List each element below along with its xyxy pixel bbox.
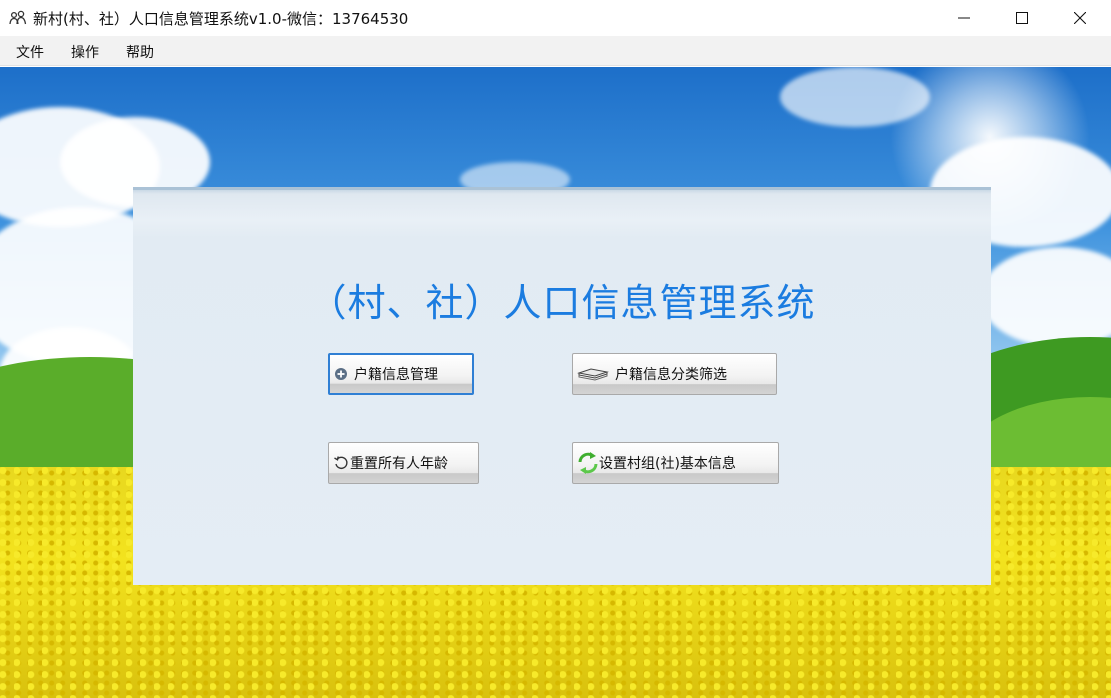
system-title: （村、社）人口信息管理系统 [308, 281, 816, 325]
plus-circle-icon [334, 367, 348, 381]
minimize-button[interactable] [935, 0, 993, 36]
main-panel: （村、社）人口信息管理系统 户籍信息管理 户籍信息分类筛选 重置所有人年龄 设置… [133, 187, 991, 585]
household-filter-label: 户籍信息分类筛选 [615, 367, 727, 383]
maximize-button[interactable] [993, 0, 1051, 36]
reset-age-button[interactable]: 重置所有人年龄 [328, 442, 479, 484]
refresh-icon [333, 455, 349, 471]
reset-age-label: 重置所有人年龄 [350, 456, 448, 472]
sync-arrows-icon [577, 451, 599, 475]
minimize-icon [958, 9, 970, 28]
menu-item-operate[interactable]: 操作 [71, 42, 99, 62]
village-settings-button[interactable]: 设置村组(社)基本信息 [572, 442, 779, 484]
maximize-icon [1016, 9, 1028, 28]
menu-item-help[interactable]: 帮助 [126, 42, 154, 62]
close-button[interactable] [1051, 0, 1109, 36]
menu-bar: 文件 操作 帮助 [0, 36, 1111, 66]
window-title: 新村(村、社）人口信息管理系统v1.0-微信：13764530 [33, 10, 409, 28]
menu-item-file[interactable]: 文件 [16, 42, 44, 62]
close-icon [1073, 9, 1087, 28]
stack-icon [577, 367, 609, 381]
household-info-label: 户籍信息管理 [354, 367, 438, 383]
village-settings-label: 设置村组(社)基本信息 [599, 456, 736, 472]
title-bar: 新村(村、社）人口信息管理系统v1.0-微信：13764530 [0, 0, 1111, 36]
household-info-button[interactable]: 户籍信息管理 [328, 353, 474, 395]
people-icon [9, 9, 27, 27]
household-filter-button[interactable]: 户籍信息分类筛选 [572, 353, 777, 395]
